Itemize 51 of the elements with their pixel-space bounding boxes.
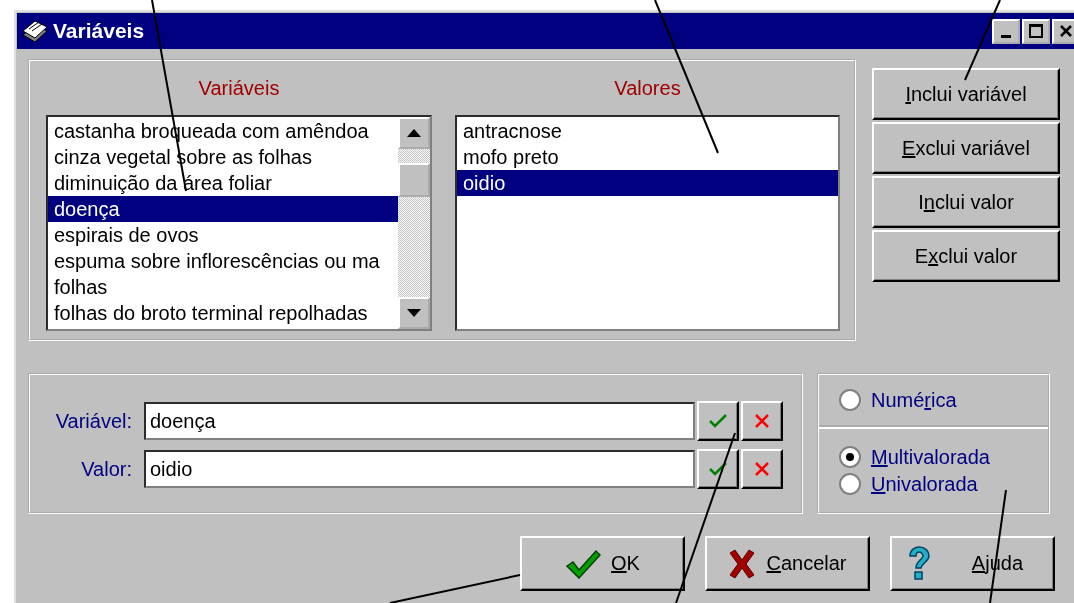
list-item[interactable]: doença: [48, 196, 398, 222]
radio-button[interactable]: [839, 473, 861, 495]
minimize-icon: [1001, 34, 1011, 38]
close-button[interactable]: [1052, 18, 1074, 44]
scroll-thumb[interactable]: [398, 163, 430, 197]
minimize-button[interactable]: [992, 18, 1020, 44]
window-title: Variáveis: [53, 19, 145, 43]
cross-icon: [755, 414, 769, 428]
checkmark-icon: [565, 548, 602, 579]
column-heading: Valores: [613, 76, 682, 101]
maximize-icon: [1029, 24, 1043, 38]
list-box[interactable]: antracnose mofo preto oidio: [455, 115, 840, 331]
input-field[interactable]: oidio: [144, 450, 695, 488]
scroll-up-button[interactable]: [398, 117, 430, 149]
down-arrow-icon: [407, 309, 421, 317]
list-item[interactable]: mofo preto: [457, 144, 838, 170]
up-arrow-icon: [407, 129, 421, 137]
input-field[interactable]: doença: [144, 402, 695, 440]
action-button[interactable]: Exclui variável: [872, 122, 1060, 174]
radio-button[interactable]: [839, 446, 861, 468]
list-item[interactable]: folhas: [48, 274, 398, 300]
list-item[interactable]: folhas do broto terminal repolhadas: [48, 300, 398, 326]
confirm-button[interactable]: [697, 449, 739, 489]
scroll-down-button[interactable]: [398, 297, 430, 329]
clear-button[interactable]: [741, 449, 783, 489]
field-label: Variável:: [54, 409, 132, 433]
cross-icon: [728, 548, 757, 579]
radio-label[interactable]: Univalorada: [871, 472, 978, 496]
column-heading: Variáveis: [197, 76, 281, 101]
action-button[interactable]: Inclui variável: [872, 68, 1060, 120]
ok-button[interactable]: OK: [520, 536, 685, 591]
radio-label[interactable]: Numérica: [871, 388, 957, 412]
list-item[interactable]: antracnose: [457, 118, 838, 144]
confirm-button[interactable]: [697, 401, 739, 441]
radio-button[interactable]: [839, 389, 861, 411]
question-mark-icon: [906, 545, 932, 582]
clear-button[interactable]: [741, 401, 783, 441]
close-icon: [1059, 24, 1073, 38]
list-item[interactable]: espirais de ovos: [48, 222, 398, 248]
field-label: Valor:: [80, 457, 132, 481]
list-item[interactable]: espuma sobre inflorescências ou ma: [48, 248, 398, 274]
action-button[interactable]: Exclui valor: [872, 230, 1060, 282]
checkmark-icon: [709, 414, 727, 428]
cross-icon: [755, 462, 769, 476]
maximize-button[interactable]: [1022, 18, 1050, 44]
checkmark-icon: [709, 462, 727, 476]
action-button[interactable]: Inclui valor: [872, 176, 1060, 228]
list-item[interactable]: oidio: [457, 170, 838, 196]
scrollbar[interactable]: [398, 117, 430, 329]
radio-label[interactable]: Multivalorada: [871, 445, 990, 469]
cancel-button[interactable]: Cancelar: [705, 536, 870, 591]
